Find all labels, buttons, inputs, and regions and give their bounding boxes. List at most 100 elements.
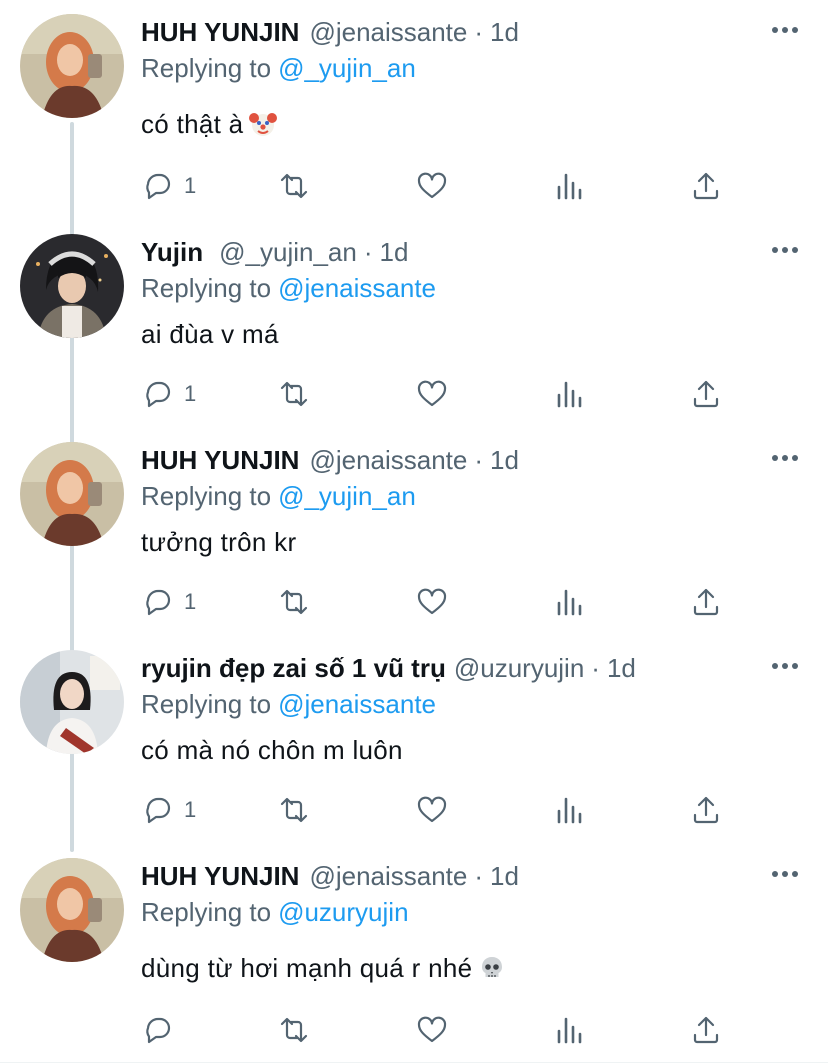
share-icon [693,588,719,616]
reply-tweet[interactable]: HUH YUNJIN @jenaissante · 1d Replying to… [0,844,828,1063]
more-icon[interactable] [772,662,798,670]
like-button[interactable] [416,1010,448,1050]
replying-to: Replying to @uzuryujin [141,895,409,929]
timestamp[interactable]: 1d [607,651,636,685]
share-button[interactable] [690,790,722,830]
retweet-icon [280,381,308,407]
reply-count: 1 [184,381,197,406]
like-icon [417,588,447,615]
replying-to-label: Replying to [141,53,272,83]
reply-button[interactable]: 1 [142,582,196,622]
huh-yunjin-avatar[interactable] [20,442,124,546]
ryujin-avatar[interactable] [20,650,124,754]
reply-button[interactable]: 1 [142,374,196,414]
more-icon[interactable] [772,246,798,254]
retweet-button[interactable] [278,166,310,206]
reply-tweet[interactable]: Yujin @_yujin_an · 1d Replying to @jenais… [0,220,828,428]
share-icon [693,380,719,408]
like-button[interactable] [416,166,448,206]
analytics-button[interactable] [554,166,586,206]
separator-dot: · [363,237,373,267]
retweet-button[interactable] [278,790,310,830]
retweet-button[interactable] [278,1010,310,1050]
share-button[interactable] [690,166,722,206]
replying-to-mention[interactable]: @jenaissante [278,689,436,719]
replying-to: Replying to @jenaissante [141,271,436,305]
replying-to: Replying to @_yujin_an [141,479,416,513]
timestamp[interactable]: 1d [380,235,409,269]
author-handle[interactable]: @jenaissante [309,859,467,893]
replying-to-label: Replying to [141,897,272,927]
more-icon[interactable] [772,870,798,878]
reply-button[interactable]: 1 [142,166,196,206]
analytics-button[interactable] [554,374,586,414]
share-icon [693,172,719,200]
analytics-button[interactable] [554,582,586,622]
analytics-icon [557,381,582,408]
share-button[interactable] [690,582,722,622]
reply-tweet[interactable]: HUH YUNJIN @jenaissante · 1d Replying to… [0,0,828,208]
tweet-text: tưởng trôn kr [141,524,296,560]
author-name[interactable]: ryujin đẹp zai số 1 vũ trụ [141,651,446,685]
reply-button[interactable] [142,1010,184,1050]
separator-dot: · [591,653,600,683]
author-name[interactable]: HUH YUNJIN [141,15,299,49]
analytics-button[interactable] [554,1010,586,1050]
tweet-text-content: dùng từ hơi mạnh quá r nhé [141,953,473,983]
timestamp[interactable]: 1d [490,443,519,477]
share-icon [693,796,719,824]
replying-to-mention[interactable]: @_yujin_an [278,53,416,83]
tweet-text-content: có mà nó chôn m luôn [141,735,403,765]
more-icon[interactable] [772,454,798,462]
like-button[interactable] [416,374,448,414]
huh-yunjin-avatar[interactable] [20,858,124,962]
retweet-button[interactable] [278,374,310,414]
author-handle[interactable]: @jenaissante [309,443,467,477]
analytics-icon [557,173,582,200]
like-icon [417,796,447,823]
like-icon [417,1016,447,1043]
more-icon[interactable] [772,26,798,34]
replying-to-mention[interactable]: @_yujin_an [278,481,416,511]
replying-to-mention[interactable]: @jenaissante [278,273,436,303]
reply-icon [146,381,171,408]
retweet-icon [280,1017,308,1043]
analytics-icon [557,589,582,616]
share-button[interactable] [690,1010,722,1050]
author-handle[interactable]: @_yujin_an [219,235,357,269]
analytics-button[interactable] [554,790,586,830]
reply-icon [146,797,171,824]
replying-to-mention[interactable]: @uzuryujin [278,897,408,927]
like-button[interactable] [416,582,448,622]
retweet-icon [280,589,308,615]
timestamp[interactable]: 1d [490,859,519,893]
analytics-icon [557,797,582,824]
huh-yunjin-avatar[interactable] [20,14,124,118]
tweet-text: ai đùa v má [141,316,279,352]
retweet-button[interactable] [278,582,310,622]
author-name[interactable]: HUH YUNJIN [141,859,299,893]
author-name[interactable]: HUH YUNJIN [141,443,299,477]
like-button[interactable] [416,790,448,830]
reply-icon [146,1017,171,1044]
retweet-icon [280,173,308,199]
separator-dot: · [474,861,484,891]
tweet-text: có mà nó chôn m luôn [141,732,403,768]
share-icon [693,1016,719,1044]
share-button[interactable] [690,374,722,414]
yujin-avatar[interactable] [20,234,124,338]
separator-dot: · [474,17,484,47]
like-icon [417,172,447,199]
analytics-icon [557,1017,582,1044]
tweet-text: có thật à [141,106,278,142]
timestamp[interactable]: 1d [490,15,519,49]
reply-button[interactable]: 1 [142,790,196,830]
reply-count: 1 [184,173,197,198]
reply-tweet[interactable]: HUH YUNJIN @jenaissante · 1d Replying to… [0,428,828,636]
clown-face-icon [249,113,278,136]
author-handle[interactable]: @jenaissante [309,15,467,49]
author-name[interactable]: Yujin [141,235,203,269]
author-handle[interactable]: @uzuryujin [454,651,584,685]
skull-icon [482,957,503,977]
reply-tweet[interactable]: ryujin đẹp zai số 1 vũ trụ @uzuryujin · … [0,636,828,844]
